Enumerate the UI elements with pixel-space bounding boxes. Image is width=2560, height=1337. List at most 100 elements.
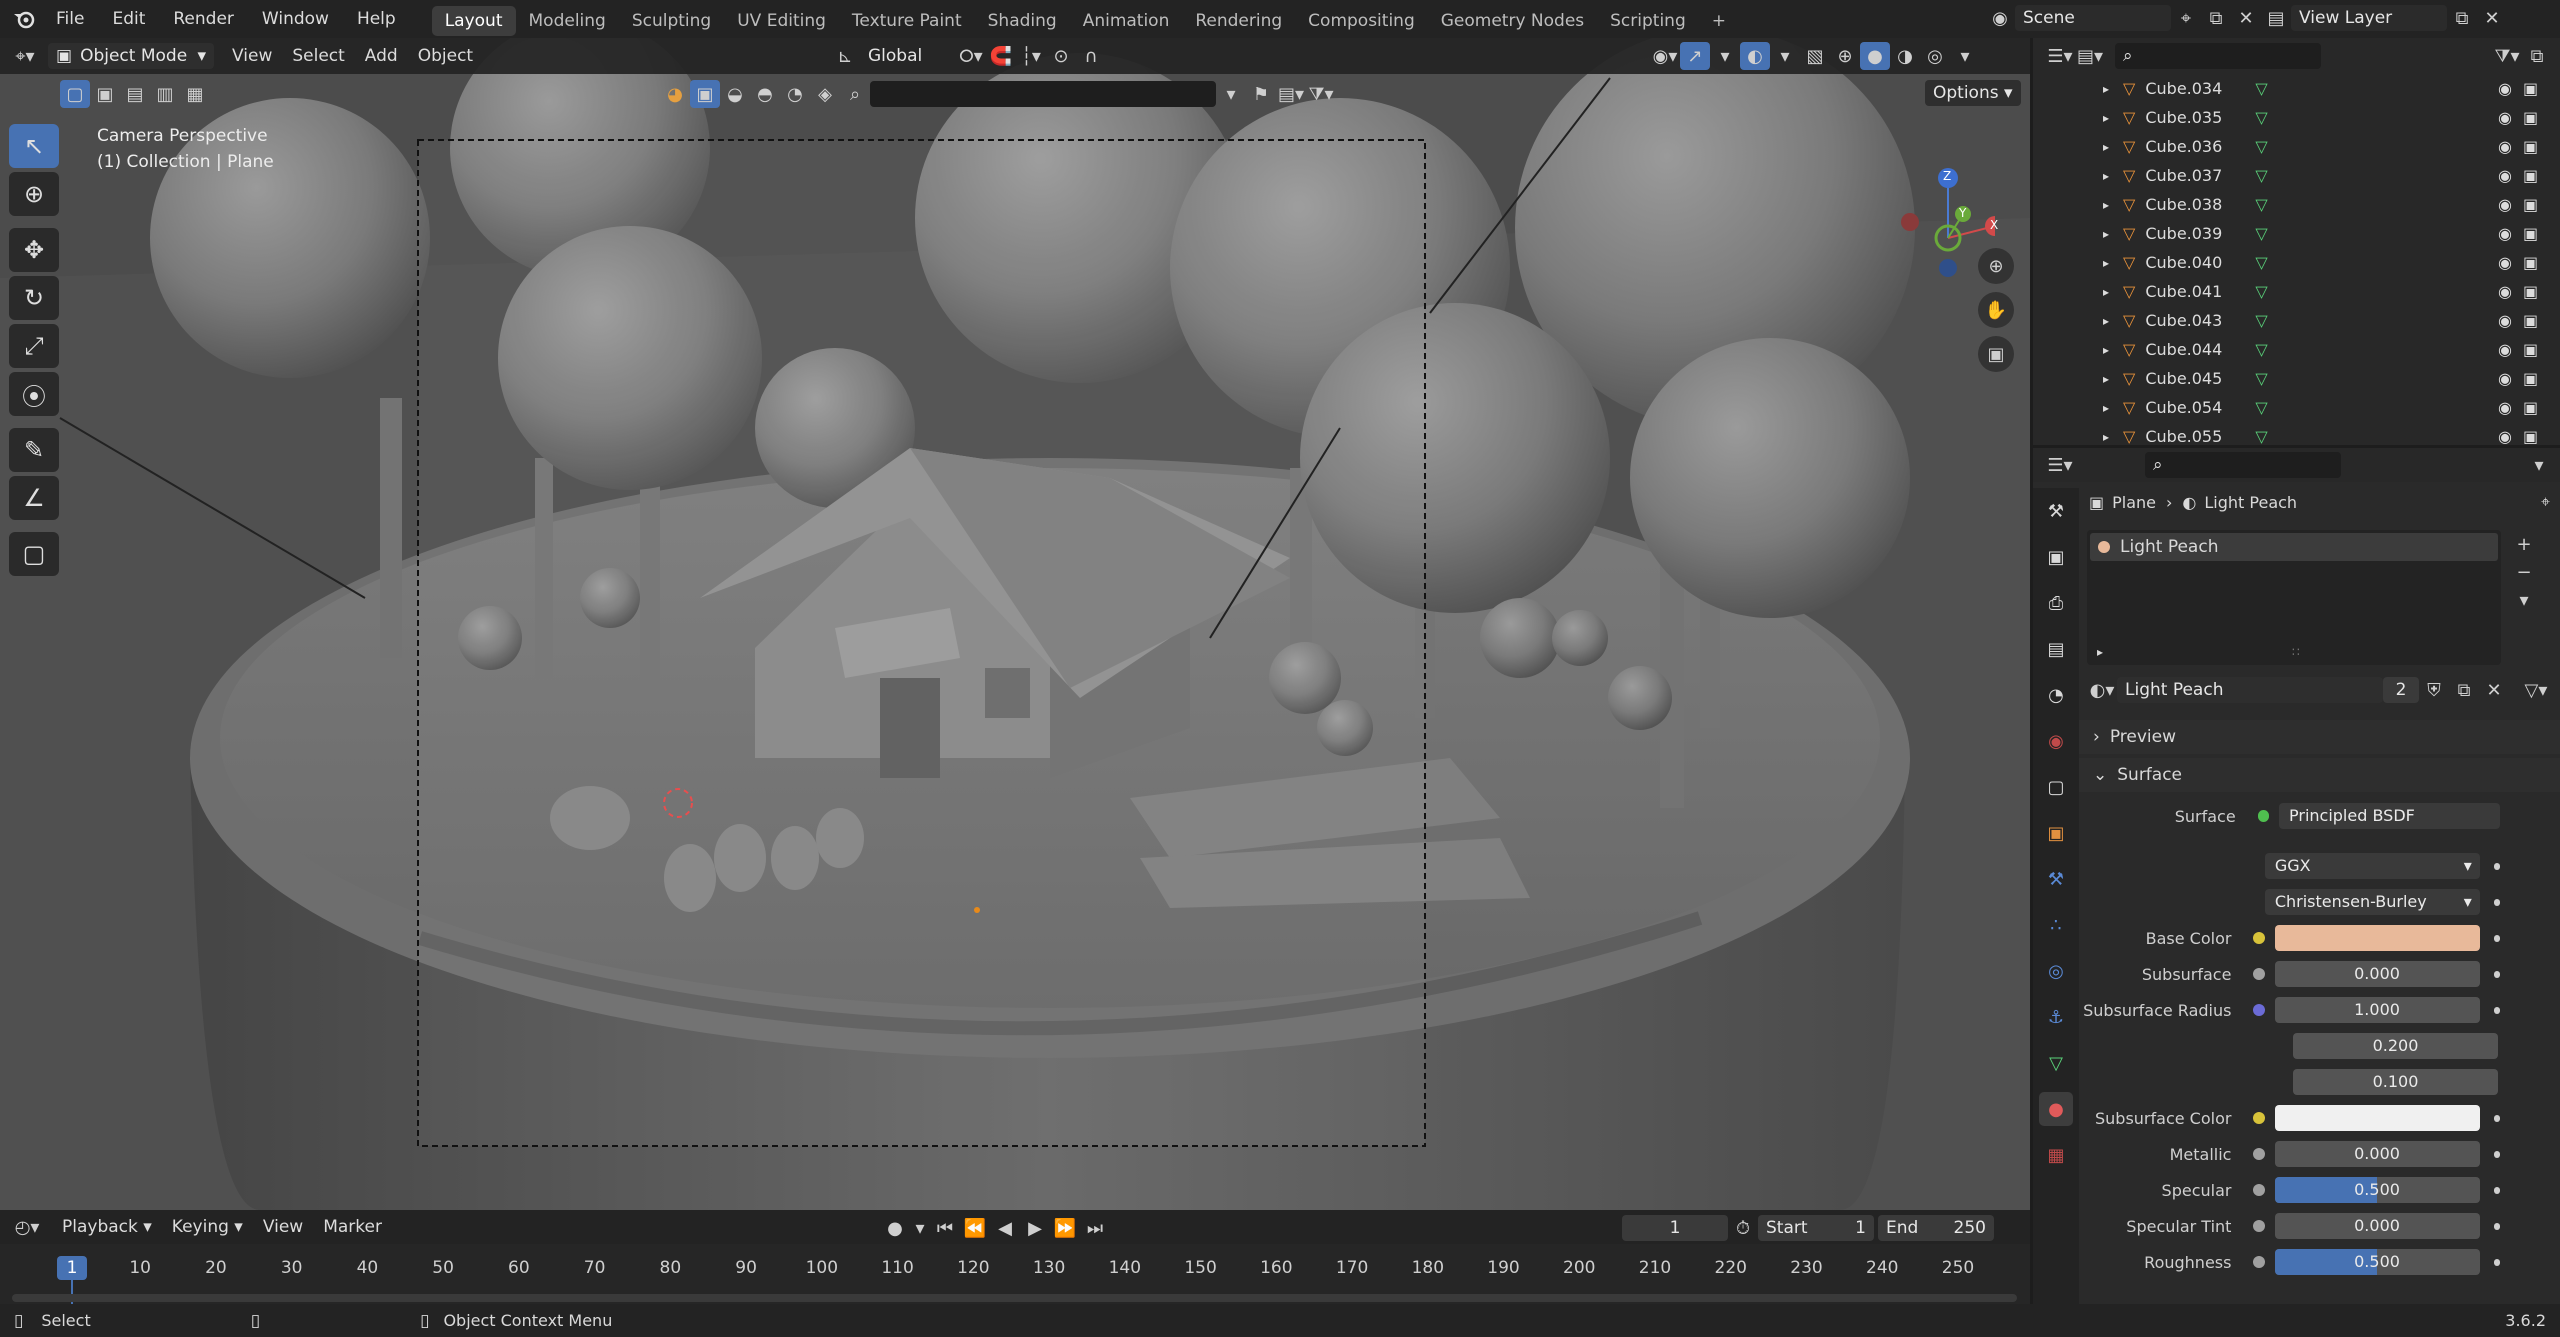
outliner-item[interactable]: ▸ ▽ Cube.035 ▽ ◉ ▣ xyxy=(2033,103,2560,132)
properties-editor-type-icon[interactable]: ☰▾ xyxy=(2045,451,2075,479)
end-frame-field[interactable]: End 250 xyxy=(1878,1215,1994,1241)
keyframe-dot-icon[interactable] xyxy=(2493,862,2501,870)
pivot-icon[interactable]: ⭘▾ xyxy=(956,42,986,70)
expand-arrow-icon[interactable]: ▸ xyxy=(2103,169,2109,183)
eye-icon[interactable]: ◉ xyxy=(2498,398,2512,417)
expand-arrow-icon[interactable]: ▸ xyxy=(2103,372,2109,386)
material-name-field[interactable]: Light Peach xyxy=(2117,677,2383,703)
world-tab-icon[interactable]: ◉ xyxy=(2039,724,2073,758)
object-filter-icon[interactable]: ◓ xyxy=(750,80,780,108)
viewport-search-input[interactable] xyxy=(870,81,1216,107)
play-icon[interactable]: ▶ xyxy=(1020,1214,1050,1242)
viewport-menu-select[interactable]: Select xyxy=(282,38,354,74)
tab-scripting[interactable]: Scripting xyxy=(1597,6,1699,36)
material-browse-icon[interactable]: ◐▾ xyxy=(2087,676,2117,704)
viewport-menu-object[interactable]: Object xyxy=(408,38,483,74)
delete-view-layer-icon[interactable]: ✕ xyxy=(2477,4,2507,32)
camera-icon[interactable]: ▣ xyxy=(2523,427,2538,445)
xray-icon[interactable]: ▧ xyxy=(1800,42,1830,70)
eye-icon[interactable]: ◉ xyxy=(2498,137,2512,156)
tab-uv-editing[interactable]: UV Editing xyxy=(724,6,839,36)
object-tab-icon[interactable]: ▣ xyxy=(2039,816,2073,850)
eye-icon[interactable]: ◉ xyxy=(2498,340,2512,359)
timeline-menu-view[interactable]: View xyxy=(253,1209,313,1245)
mesh-data-icon[interactable]: ▽ xyxy=(2255,137,2267,156)
jump-start-icon[interactable]: ⏮ xyxy=(930,1214,960,1242)
expand-arrow-icon[interactable]: ▸ xyxy=(2103,256,2109,270)
select-subtract-icon[interactable]: ▤ xyxy=(120,80,150,108)
particles-tab-icon[interactable]: ∴ xyxy=(2039,908,2073,942)
pin-icon[interactable]: ⌖ xyxy=(2171,4,2201,32)
falloff-icon[interactable]: ∩ xyxy=(1076,42,1106,70)
outliner-editor-type-icon[interactable]: ☰▾ xyxy=(2045,42,2075,70)
tab-compositing[interactable]: Compositing xyxy=(1295,6,1428,36)
eye-icon[interactable]: ◉ xyxy=(2498,311,2512,330)
tab-modeling[interactable]: Modeling xyxy=(516,6,619,36)
tab-rendering[interactable]: Rendering xyxy=(1182,6,1295,36)
eye-icon[interactable]: ◉ xyxy=(2498,253,2512,272)
pan-hand-icon[interactable]: ✋ xyxy=(1978,292,2014,328)
filter-icon[interactable]: ⧩▾ xyxy=(1306,80,1336,108)
select-box-tool-icon[interactable]: ↖ xyxy=(9,124,59,168)
tab-layout[interactable]: Layout xyxy=(431,6,516,36)
material-slot-item[interactable]: Light Peach xyxy=(2090,533,2498,561)
eye-icon[interactable]: ◉ xyxy=(2498,79,2512,98)
measure-tool-icon[interactable]: ∠ xyxy=(9,476,59,520)
outliner-item[interactable]: ▸ ▽ Cube.043 ▽ ◉ ▣ xyxy=(2033,306,2560,335)
3d-viewport[interactable]: Camera Perspective (1) Collection | Plan… xyxy=(0,38,2030,1210)
keyframe-dot-icon[interactable] xyxy=(2493,1150,2500,1158)
expand-arrow-icon[interactable]: ▸ xyxy=(2103,430,2109,444)
expand-arrow-icon[interactable]: ▸ xyxy=(2103,111,2109,125)
outliner-item[interactable]: ▸ ▽ Cube.034 ▽ ◉ ▣ xyxy=(2033,74,2560,103)
expand-arrow-icon[interactable]: ▸ xyxy=(2103,285,2109,299)
value-slider-field[interactable]: 0.100 xyxy=(2293,1069,2498,1095)
mesh-data-icon[interactable]: ▽ xyxy=(2255,398,2267,417)
proportional-edit-icon[interactable]: ⊙ xyxy=(1046,42,1076,70)
current-frame-field[interactable]: 1 xyxy=(1622,1215,1728,1241)
node-link-icon[interactable]: ▽▾ xyxy=(2521,676,2551,704)
resize-handle-icon[interactable]: ∷ xyxy=(2292,645,2300,659)
view-layer-tab-icon[interactable]: ▤ xyxy=(2039,632,2073,666)
outliner-item[interactable]: ▸ ▽ Cube.039 ▽ ◉ ▣ xyxy=(2033,219,2560,248)
rotate-tool-icon[interactable]: ↻ xyxy=(9,276,59,320)
eye-icon[interactable]: ◉ xyxy=(2498,166,2512,185)
outliner-item[interactable]: ▸ ▽ Cube.037 ▽ ◉ ▣ xyxy=(2033,161,2560,190)
timeline-menu-keying[interactable]: Keying ▾ xyxy=(162,1209,253,1245)
keyframe-dot-icon[interactable] xyxy=(2493,1006,2500,1014)
bookmark-icon[interactable]: ⚑ xyxy=(1246,80,1276,108)
surface-panel-header[interactable]: ⌄ Surface xyxy=(2079,758,2560,792)
mesh-data-icon[interactable]: ▽ xyxy=(2255,224,2267,243)
select-invert-icon[interactable]: ▥ xyxy=(150,80,180,108)
new-scene-icon[interactable]: ⧉ xyxy=(2201,4,2231,32)
pin-icon[interactable]: ⌖ xyxy=(2541,492,2550,512)
mesh-filter-icon[interactable]: ▣ xyxy=(690,80,720,108)
camera-icon[interactable]: ▣ xyxy=(2523,108,2538,127)
add-workspace-button[interactable]: + xyxy=(1699,6,1739,36)
menu-window[interactable]: Window xyxy=(248,0,343,38)
menu-render[interactable]: Render xyxy=(159,0,248,38)
play-reverse-icon[interactable]: ◀ xyxy=(990,1214,1020,1242)
scale-tool-icon[interactable]: ⤢ xyxy=(9,324,59,368)
camera-icon[interactable]: ▣ xyxy=(2523,369,2538,388)
editor-type-icon[interactable]: ⌖▾ xyxy=(10,42,40,70)
expand-icon[interactable]: ▸ xyxy=(2097,645,2103,659)
shading-menu-icon[interactable]: ▾ xyxy=(1950,42,1980,70)
viewport-menu-view[interactable]: View xyxy=(222,38,282,74)
select-new-icon[interactable]: ▢ xyxy=(60,80,90,108)
color-swatch-field[interactable] xyxy=(2274,925,2480,951)
mesh-data-icon[interactable]: ▽ xyxy=(2255,166,2267,185)
camera-icon[interactable]: ▣ xyxy=(2523,340,2538,359)
render-tab-icon[interactable]: ▣ xyxy=(2039,540,2073,574)
rendered-shading-icon[interactable]: ◎ xyxy=(1920,42,1950,70)
eye-icon[interactable]: ◉ xyxy=(2498,195,2512,214)
timeline-menu-playback[interactable]: Playback ▾ xyxy=(52,1209,162,1245)
move-tool-icon[interactable]: ✥ xyxy=(9,228,59,272)
keyframe-dot-icon[interactable] xyxy=(2493,970,2500,978)
preview-panel-header[interactable]: › Preview xyxy=(2079,720,2560,754)
expand-arrow-icon[interactable]: ▸ xyxy=(2103,401,2109,415)
transform-tool-icon[interactable]: ⦿ xyxy=(9,372,59,416)
mesh-data-icon[interactable]: ▽ xyxy=(2255,427,2267,445)
tab-animation[interactable]: Animation xyxy=(1070,6,1183,36)
cursor-tool-icon[interactable]: ⊕ xyxy=(9,172,59,216)
select-extend-icon[interactable]: ▣ xyxy=(90,80,120,108)
